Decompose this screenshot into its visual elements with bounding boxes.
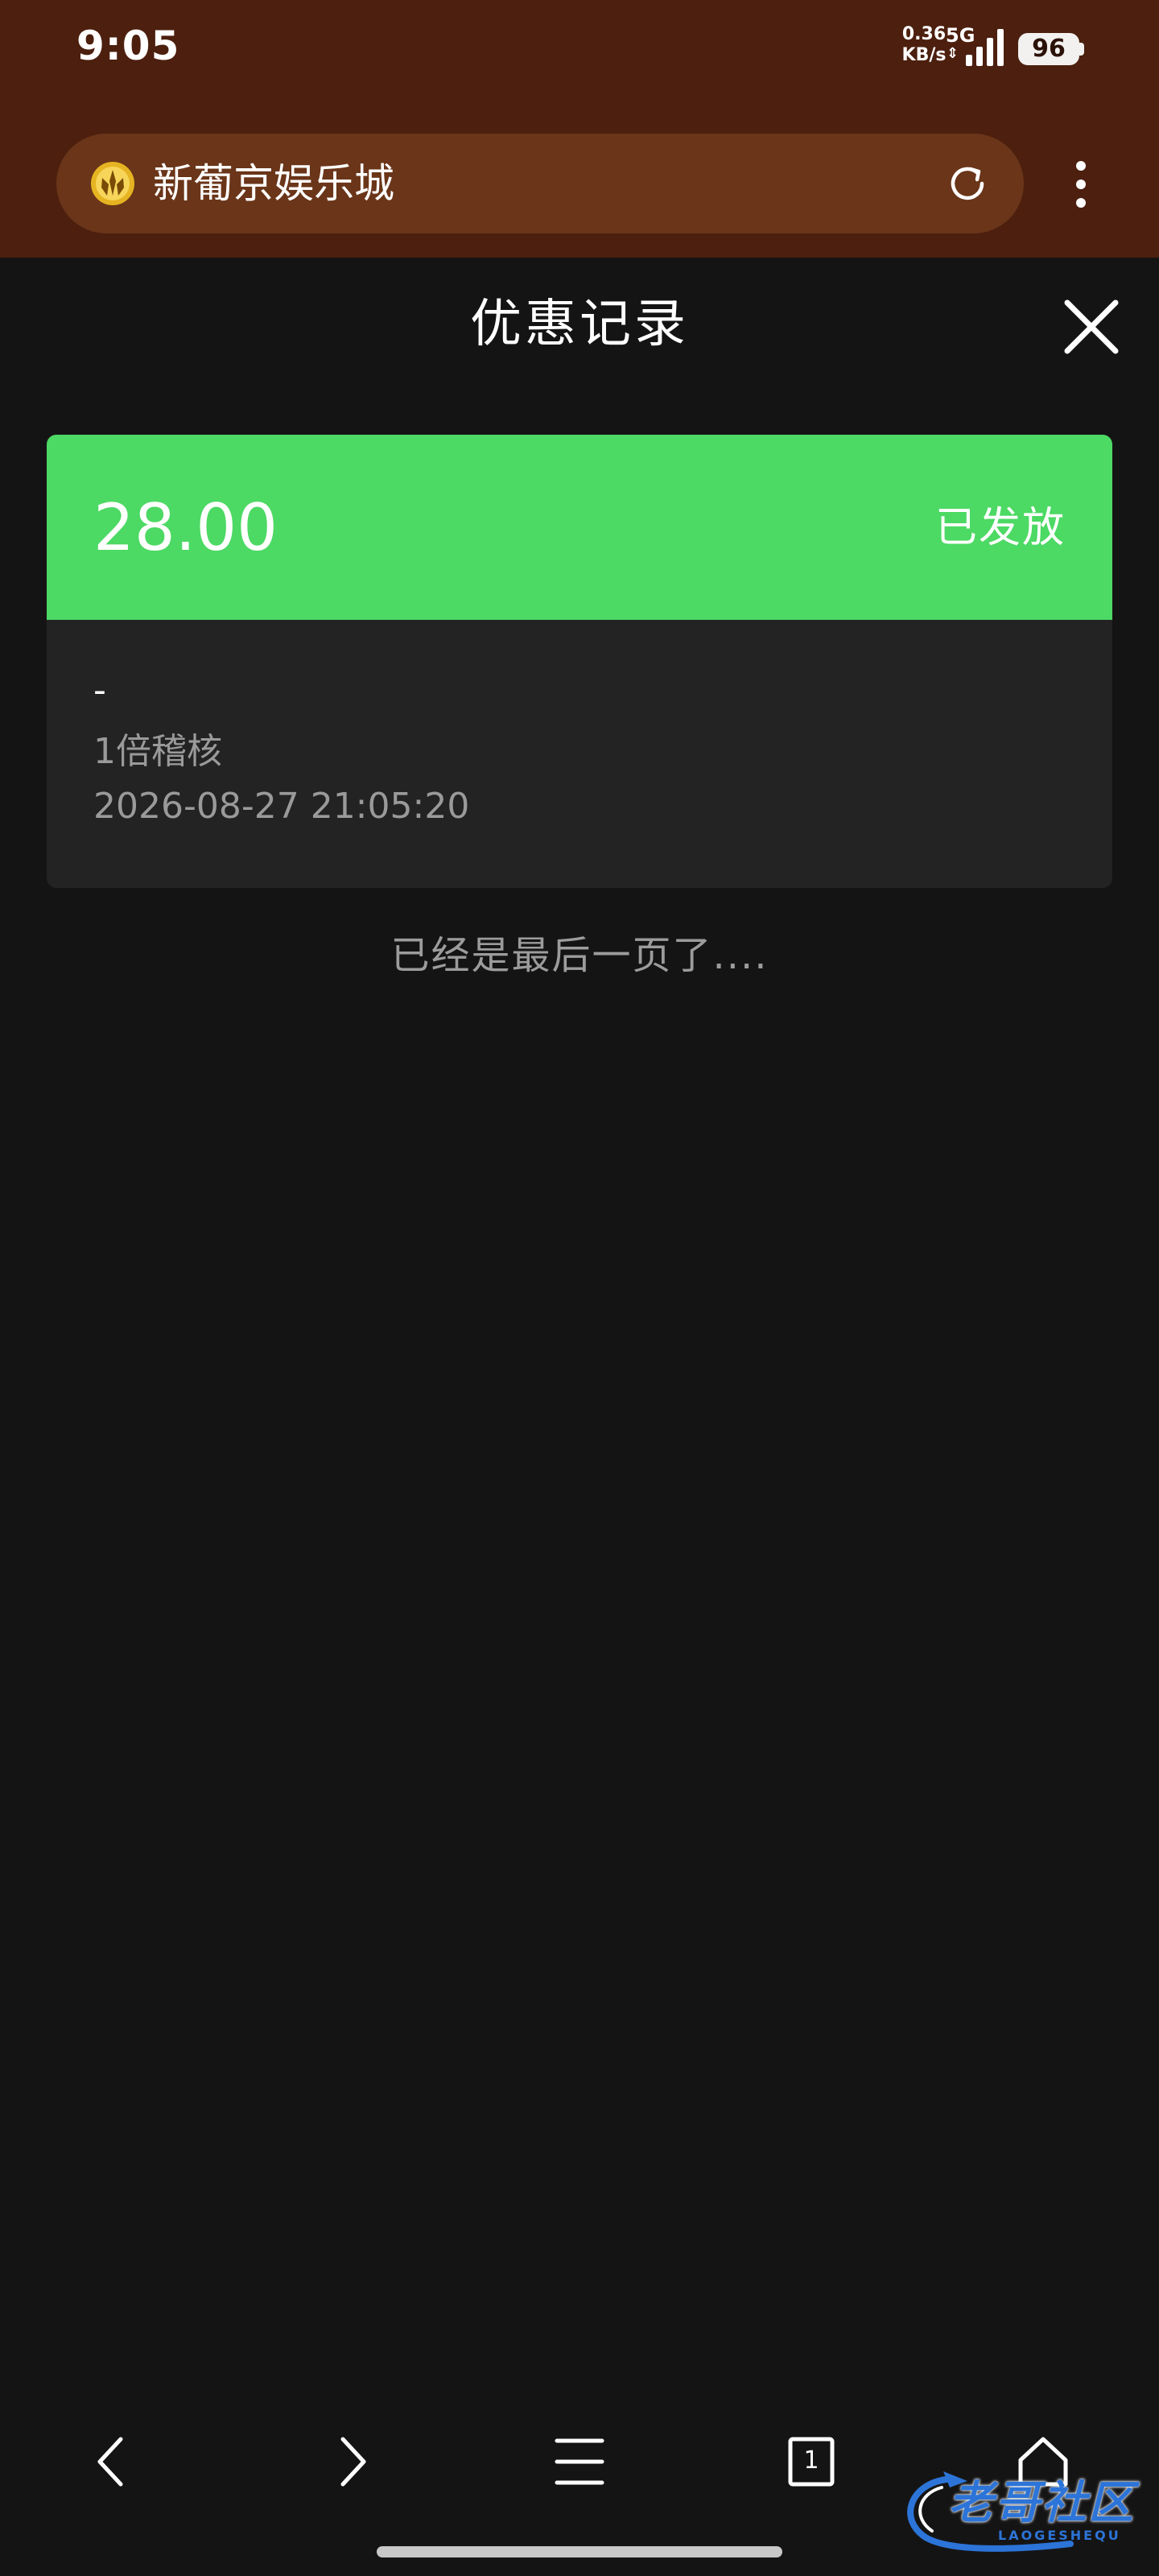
gesture-bar[interactable] [377,2546,782,2557]
page-title: 优惠记录 [470,295,689,354]
tabs-count: 1 [803,2446,819,2475]
watermark-subtext: LAOGESHEQU [998,2528,1121,2543]
reload-icon[interactable] [943,159,992,208]
browser-chrome: 9:05 0.36 KB/s 5G ⇕ 96 新葡京娱乐城 [0,0,1159,258]
menu-icon[interactable] [547,2429,612,2494]
end-of-list-message: 已经是最后一页了.... [390,933,769,978]
battery-indicator: 96 [1018,33,1079,65]
tabs-button[interactable]: 1 [779,2429,843,2494]
record-name: - [93,670,106,711]
site-title: 新葡京娱乐城 [153,160,394,207]
record-audit: 1倍稽核 [93,731,222,772]
app-root: 9:05 0.36 KB/s 5G ⇕ 96 新葡京娱乐城 优惠记录 28.00… [0,0,1159,2576]
record-card[interactable]: 28.00 已发放 - 1倍稽核 2026-08-27 21:05:20 [47,435,1112,888]
record-time: 2026-08-27 21:05:20 [93,786,470,827]
status-time: 9:05 [76,23,180,69]
record-amount: 28.00 [93,490,278,565]
data-activity-icon: ⇕ [947,45,959,62]
site-logo-icon [91,162,134,205]
record-status: 已发放 [934,504,1066,552]
watermark-text: 老哥社区 [948,2477,1135,2529]
signal-strength-icon [966,29,1004,66]
more-menu-icon[interactable] [1061,156,1101,213]
forward-icon[interactable] [319,2429,383,2494]
address-bar[interactable]: 新葡京娱乐城 [56,134,1024,233]
back-icon[interactable] [80,2429,145,2494]
battery-tip [1079,43,1084,56]
close-icon[interactable] [1061,296,1122,357]
record-card-header: 28.00 已发放 [47,435,1112,620]
